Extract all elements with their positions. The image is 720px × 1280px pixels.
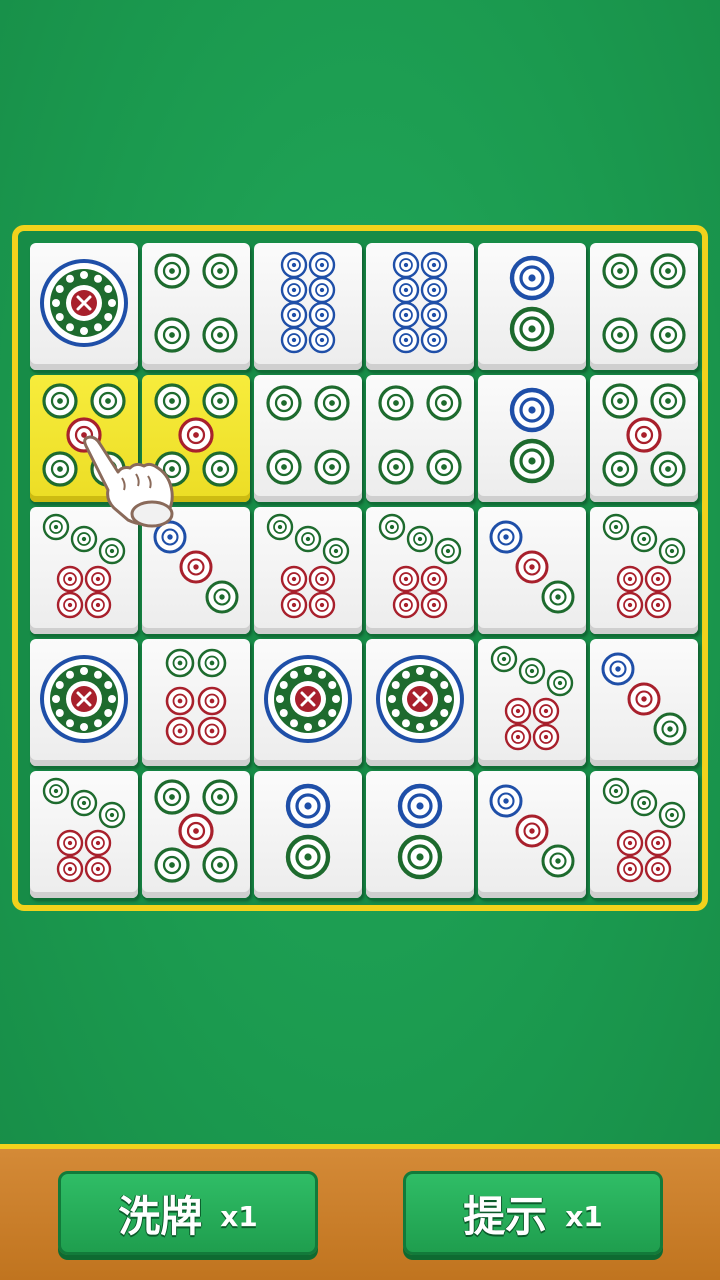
tile[interactable] [478, 639, 586, 766]
tile-face-icon [285, 783, 331, 880]
shuffle-count: x1 [220, 1199, 258, 1233]
tile[interactable] [478, 243, 586, 370]
tile-face-icon [42, 513, 126, 619]
tile-face-icon [266, 385, 350, 485]
tile[interactable] [478, 375, 586, 502]
tile[interactable] [254, 771, 362, 898]
tile-face-icon [489, 784, 575, 878]
tile[interactable] [366, 507, 474, 634]
tile[interactable] [142, 639, 250, 766]
tile-face-icon [601, 652, 687, 746]
tile-face-icon [489, 520, 575, 614]
tile[interactable] [366, 243, 474, 370]
tile-face-icon [153, 520, 239, 614]
tile-face-icon [266, 513, 350, 619]
tile[interactable] [590, 771, 698, 898]
tile-face-icon [42, 777, 126, 883]
tile-face-icon [378, 385, 462, 485]
tile[interactable] [590, 639, 698, 766]
tile-face-icon [509, 255, 555, 352]
shuffle-button-label: 洗牌 [118, 1191, 203, 1241]
tile-face-icon [376, 655, 464, 743]
tile-face-icon [397, 783, 443, 880]
tile[interactable] [30, 507, 138, 634]
game-board [12, 225, 708, 911]
tile[interactable] [590, 507, 698, 634]
tile-face-icon [602, 383, 686, 487]
tile-face-icon [154, 779, 238, 883]
tile-face-icon [280, 251, 336, 354]
tile[interactable] [142, 771, 250, 898]
tile-face-icon [602, 513, 686, 619]
tile-face-icon [154, 383, 238, 487]
tile[interactable] [30, 639, 138, 766]
tile[interactable] [254, 639, 362, 766]
tile[interactable] [366, 771, 474, 898]
tile[interactable] [142, 507, 250, 634]
tile[interactable] [30, 771, 138, 898]
tile-face-icon [602, 253, 686, 353]
hint-count: x1 [565, 1199, 603, 1233]
tile[interactable] [30, 375, 138, 502]
hint-button[interactable]: 提示 x1 [403, 1171, 663, 1255]
tile[interactable] [254, 507, 362, 634]
tile-face-icon [378, 513, 462, 619]
tile[interactable] [478, 507, 586, 634]
tile-face-icon [40, 655, 128, 743]
tile-face-icon [40, 259, 128, 347]
tile-face-icon [490, 645, 574, 751]
hint-button-label: 提示 [463, 1191, 548, 1241]
shuffle-button[interactable]: 洗牌 x1 [58, 1171, 318, 1255]
tile[interactable] [590, 243, 698, 370]
tile-grid [30, 243, 702, 903]
tile[interactable] [254, 243, 362, 370]
tile[interactable] [366, 375, 474, 502]
tile-face-icon [154, 253, 238, 353]
tile[interactable] [366, 639, 474, 766]
tile-face-icon [392, 251, 448, 354]
tile-face-icon [42, 383, 126, 487]
tile[interactable] [590, 375, 698, 502]
tile[interactable] [142, 375, 250, 502]
tile-face-icon [509, 387, 555, 484]
tile-face-icon [264, 655, 352, 743]
tile[interactable] [254, 375, 362, 502]
tile[interactable] [30, 243, 138, 370]
bottom-toolbar: 洗牌 x1 提示 x1 [0, 1144, 720, 1280]
tile[interactable] [142, 243, 250, 370]
tile[interactable] [478, 771, 586, 898]
tile-face-icon [602, 777, 686, 883]
tile-face-icon [165, 648, 227, 746]
